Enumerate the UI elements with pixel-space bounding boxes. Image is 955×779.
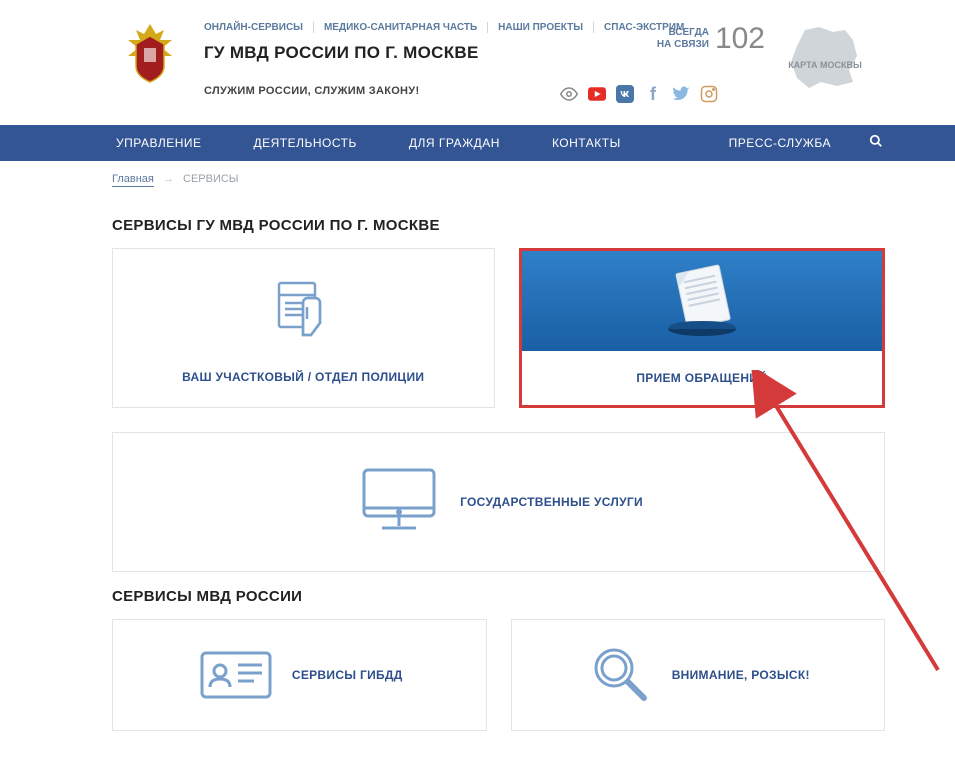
id-card-icon xyxy=(196,647,276,703)
card-wanted-label: ВНИМАНИЕ, РОЗЫСК! xyxy=(672,668,810,682)
breadcrumb-home[interactable]: Главная xyxy=(112,173,154,187)
card-gosuslugi-label: ГОСУДАРСТВЕННЫЕ УСЛУГИ xyxy=(460,495,643,509)
card-wanted[interactable]: ВНИМАНИЕ, РОЗЫСК! xyxy=(511,619,886,731)
instagram-icon[interactable] xyxy=(700,85,718,103)
facebook-icon[interactable]: f xyxy=(644,85,662,103)
phone-label-2: НА СВЯЗИ xyxy=(657,39,709,51)
search-icon[interactable] xyxy=(857,134,895,153)
card-appeals[interactable]: ПРИЕМ ОБРАЩЕНИЙ xyxy=(519,248,886,408)
breadcrumb: Главная → СЕРВИСЫ xyxy=(0,161,955,185)
phone-block: ВСЕГДА НА СВЯЗИ 102 xyxy=(657,22,765,56)
officer-icon xyxy=(263,268,343,358)
topnav-medical[interactable]: МЕДИКО-САНИТАРНАЯ ЧАСТЬ xyxy=(314,22,488,33)
topnav-projects[interactable]: НАШИ ПРОЕКТЫ xyxy=(488,22,594,33)
monitor-icon xyxy=(354,460,444,545)
main-nav: УПРАВЛЕНИЕ ДЕЯТЕЛЬНОСТЬ ДЛЯ ГРАЖДАН КОНТ… xyxy=(0,125,955,161)
section-title-moscow: СЕРВИСЫ ГУ МВД РОССИИ ПО Г. МОСКВЕ xyxy=(112,217,885,234)
topnav-online-services[interactable]: ОНЛАЙН-СЕРВИСЫ xyxy=(204,22,314,33)
card-appeals-label: ПРИЕМ ОБРАЩЕНИЙ xyxy=(636,351,767,405)
appeals-banner xyxy=(522,251,883,351)
card-gibdd[interactable]: СЕРВИСЫ ГИБДД xyxy=(112,619,487,731)
card-gibdd-label: СЕРВИСЫ ГИБДД xyxy=(292,668,403,682)
site-logo[interactable] xyxy=(120,22,180,92)
nav-dlya-grazhdan[interactable]: ДЛЯ ГРАЖДАН xyxy=(383,125,526,161)
nav-upravlenie[interactable]: УПРАВЛЕНИЕ xyxy=(90,125,228,161)
magnifier-icon xyxy=(586,640,656,710)
breadcrumb-current: СЕРВИСЫ xyxy=(183,173,239,185)
card-gosuslugi[interactable]: ГОСУДАРСТВЕННЫЕ УСЛУГИ xyxy=(112,432,885,572)
phone-label-1: ВСЕГДА xyxy=(657,27,709,39)
nav-kontakty[interactable]: КОНТАКТЫ xyxy=(526,125,647,161)
map-caption: КАРТА МОСКВЫ xyxy=(785,60,865,70)
vk-icon[interactable] xyxy=(616,85,634,103)
card-district-officer-label: ВАШ УЧАСТКОВЫЙ / ОТДЕЛ ПОЛИЦИИ xyxy=(182,370,424,384)
breadcrumb-arrow: → xyxy=(163,173,174,185)
moscow-map-link[interactable]: КАРТА МОСКВЫ xyxy=(785,22,865,92)
twitter-icon[interactable] xyxy=(672,85,690,103)
section-title-russia: СЕРВИСЫ МВД РОССИИ xyxy=(112,588,885,605)
card-district-officer[interactable]: ВАШ УЧАСТКОВЫЙ / ОТДЕЛ ПОЛИЦИИ xyxy=(112,248,495,408)
eye-icon[interactable] xyxy=(560,85,578,103)
phone-number: 102 xyxy=(715,22,765,56)
youtube-icon[interactable] xyxy=(588,85,606,103)
nav-press[interactable]: ПРЕСС-СЛУЖБА xyxy=(703,125,857,161)
nav-deyatelnost[interactable]: ДЕЯТЕЛЬНОСТЬ xyxy=(228,125,383,161)
